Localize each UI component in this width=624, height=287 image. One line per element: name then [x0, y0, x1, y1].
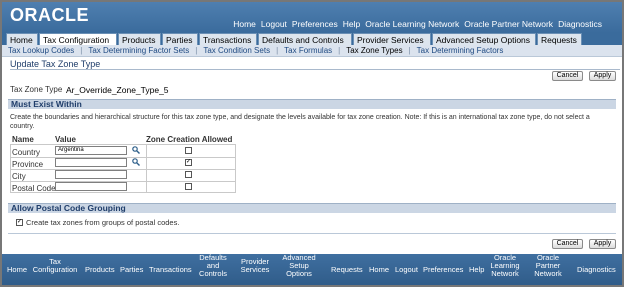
tab-parties[interactable]: Parties [162, 33, 198, 45]
global-link-diagnostics[interactable]: Diagnostics [558, 19, 602, 30]
city-zone-allowed-checkbox[interactable] [185, 171, 192, 178]
city-value-input[interactable] [55, 170, 127, 179]
cancel-button-bottom[interactable]: Cancel [552, 239, 583, 249]
search-icon[interactable] [132, 146, 141, 155]
footer-nav: Home Tax Configuration Products Parties … [2, 254, 622, 285]
allow-postal-code-grouping-heading: Allow Postal Code Grouping [8, 203, 616, 213]
subtab-tax-determining-factor-sets[interactable]: Tax Determining Factor Sets [88, 46, 189, 55]
footer-link-home-2[interactable]: Home [369, 266, 389, 274]
global-link-logout[interactable]: Logout [261, 19, 287, 30]
postal-grouping-checkbox[interactable]: ✓ [16, 219, 23, 226]
cancel-button-top[interactable]: Cancel [552, 71, 583, 81]
row-label-country: Country [12, 148, 41, 157]
subtab-bar: Tax Lookup Codes | Tax Determining Facto… [2, 45, 622, 57]
oracle-logo: ORACLE [10, 5, 89, 25]
must-exist-instructions: Create the boundaries and hierarchical s… [10, 114, 590, 130]
postal-grouping-label: Create tax zones from groups of postal c… [26, 218, 180, 227]
row-label-province: Province [12, 160, 44, 169]
tab-bar: Home Tax Configuration Products Parties … [2, 33, 622, 45]
divider [8, 233, 616, 234]
page-title: Update Tax Zone Type [10, 59, 620, 70]
grid-divider [146, 145, 147, 192]
footer-link-products[interactable]: Products [85, 266, 115, 274]
subtab-separator: | [338, 46, 341, 55]
column-header-value: Value [55, 135, 76, 144]
subtab-tax-condition-sets[interactable]: Tax Condition Sets [203, 46, 270, 55]
column-header-name: Name [12, 135, 34, 144]
postal-code-zone-allowed-checkbox[interactable] [185, 183, 192, 190]
column-header-zone-creation-allowed: Zone Creation Allowed [146, 135, 233, 144]
tab-provider-services[interactable]: Provider Services [353, 33, 431, 45]
subtab-tax-lookup-codes[interactable]: Tax Lookup Codes [8, 46, 74, 55]
footer-link-diagnostics[interactable]: Diagnostics [577, 266, 616, 274]
footer-link-learning-network[interactable]: Oracle Learning Network [486, 254, 524, 278]
global-link-home[interactable]: Home [233, 19, 256, 30]
row-label-postal-code: Postal Code [12, 184, 56, 193]
footer-link-defaults-and-controls[interactable]: Defaults and Controls [195, 254, 231, 278]
subtab-separator: | [195, 46, 198, 55]
footer-link-preferences[interactable]: Preferences [423, 266, 463, 274]
global-link-learning-network[interactable]: Oracle Learning Network [365, 19, 459, 30]
subtab-separator: | [80, 46, 83, 55]
postal-code-value-input[interactable] [55, 182, 127, 191]
province-zone-allowed-checkbox[interactable]: ✓ [185, 159, 192, 166]
search-icon[interactable] [132, 158, 141, 167]
footer-link-parties[interactable]: Parties [120, 266, 143, 274]
footer-link-tax-configuration[interactable]: Tax Configuration [30, 258, 80, 274]
brand-bar: ORACLE Home Logout Preferences Help Orac… [2, 2, 622, 33]
footer-link-help[interactable]: Help [469, 266, 484, 274]
footer-link-home[interactable]: Home [7, 266, 27, 274]
row-label-city: City [12, 172, 26, 181]
subtab-separator: | [276, 46, 279, 55]
apply-button-top[interactable]: Apply [589, 71, 616, 81]
global-link-preferences[interactable]: Preferences [292, 19, 338, 30]
country-zone-allowed-checkbox[interactable] [185, 147, 192, 154]
tab-home[interactable]: Home [6, 33, 38, 45]
footer-link-partner-network[interactable]: Oracle Partner Network [530, 254, 566, 278]
subtab-tax-formulas[interactable]: Tax Formulas [284, 46, 332, 55]
tax-zone-type-label: Tax Zone Type [10, 85, 63, 94]
tab-advanced-setup-options[interactable]: Advanced Setup Options [432, 33, 536, 45]
global-links: Home Logout Preferences Help Oracle Lear… [233, 19, 602, 30]
footer-link-provider-services[interactable]: Provider Services [237, 258, 273, 274]
footer-link-logout[interactable]: Logout [395, 266, 418, 274]
province-value-input[interactable] [55, 158, 127, 167]
subtab-tax-determining-factors[interactable]: Tax Determining Factors [417, 46, 504, 55]
tab-requests[interactable]: Requests [537, 33, 582, 45]
tab-products[interactable]: Products [118, 33, 161, 45]
tab-transactions[interactable]: Transactions [199, 33, 257, 45]
footer-link-advanced-setup-options[interactable]: Advanced Setup Options [278, 254, 320, 278]
subtab-tax-zone-types[interactable]: Tax Zone Types [346, 46, 402, 55]
apply-button-bottom[interactable]: Apply [589, 239, 616, 249]
global-link-partner-network[interactable]: Oracle Partner Network [464, 19, 553, 30]
subtab-separator: | [408, 46, 411, 55]
footer-link-transactions[interactable]: Transactions [149, 266, 192, 274]
footer-link-requests[interactable]: Requests [331, 266, 363, 274]
app-frame: ORACLE Home Logout Preferences Help Orac… [0, 0, 624, 287]
country-value-input[interactable]: Argentina [55, 146, 127, 155]
tab-defaults-and-controls[interactable]: Defaults and Controls [258, 33, 352, 45]
tax-zone-type-value: Ar_Override_Zone_Type_5 [66, 85, 169, 95]
global-link-help[interactable]: Help [343, 19, 360, 30]
tab-tax-configuration[interactable]: Tax Configuration [39, 33, 117, 45]
must-exist-within-heading: Must Exist Within [8, 99, 616, 109]
